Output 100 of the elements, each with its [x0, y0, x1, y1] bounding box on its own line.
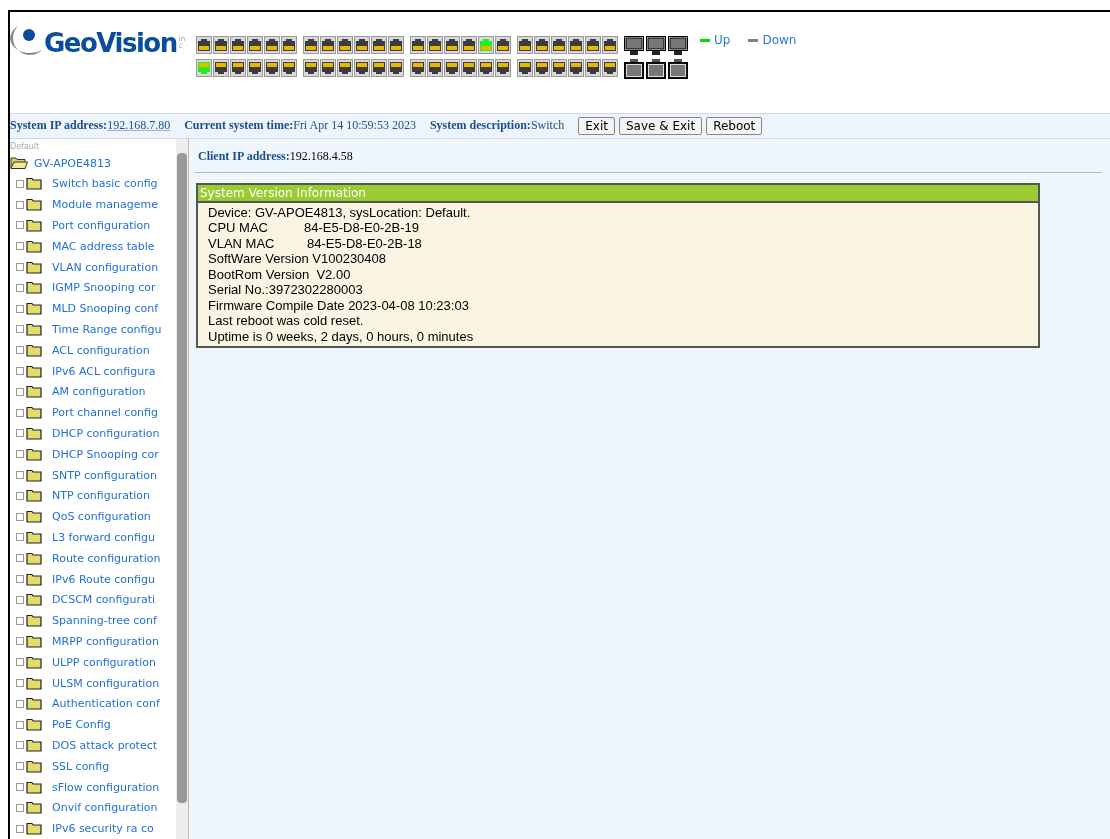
panel-title: System Version Information [198, 184, 1038, 203]
expander-icon[interactable] [16, 263, 24, 272]
expander-icon[interactable] [16, 720, 24, 729]
toolbar-button[interactable]: Reboot [706, 116, 763, 135]
expander-icon[interactable] [16, 304, 24, 313]
expander-icon[interactable] [16, 283, 24, 292]
legend-label: Up [714, 33, 731, 47]
tree-item[interactable]: Switch basic config [52, 177, 158, 191]
tree-item[interactable]: Onvif configuration [52, 801, 158, 815]
client-ip-value: 192.168.4.58 [289, 148, 353, 163]
tree-item[interactable]: DOS attack protect [52, 738, 158, 752]
expander-icon[interactable] [16, 783, 24, 791]
tree-item[interactable]: NTP configuration [52, 489, 151, 503]
tree-item[interactable]: PoE Config [52, 718, 111, 732]
tree-item[interactable]: DHCP configuration [52, 426, 160, 440]
tree-item[interactable]: IPv6 Route configu [52, 572, 155, 586]
tree-caption: Default [10, 140, 41, 153]
info-value: Fri Apr 14 10:59:53 2023 [293, 118, 416, 134]
expander-icon[interactable] [16, 803, 24, 812]
info-value: Switch [530, 118, 565, 134]
folder-icon [26, 177, 42, 191]
expander-icon[interactable] [16, 554, 24, 563]
expander-icon[interactable] [16, 616, 24, 625]
tree-item[interactable]: GV-APOE4813 [34, 156, 111, 170]
expander-icon[interactable] [16, 762, 24, 771]
tree-item[interactable]: Spanning-tree conf [52, 614, 157, 628]
expander-icon[interactable] [16, 575, 24, 584]
tree-item[interactable]: DHCP Snooping cor [52, 447, 159, 461]
logo-text: GeoVision [44, 28, 177, 58]
info-line: Uptime is 0 weeks, 2 days, 0 hours, 0 minutes [208, 328, 475, 345]
tree-item[interactable]: L3 forward configu [52, 530, 155, 544]
expander-icon[interactable] [16, 824, 24, 833]
tree-item[interactable]: Authentication conf [52, 697, 160, 711]
info-line: SoftWare Version V100230408 [208, 251, 388, 267]
expander-icon[interactable] [16, 367, 24, 376]
tree-item[interactable]: SSL config [52, 759, 110, 773]
info-label: Current system time: [184, 118, 294, 134]
tree-item[interactable]: SNTP configuration [52, 468, 158, 482]
expander-icon[interactable] [16, 242, 24, 251]
expander-icon[interactable] [16, 491, 24, 500]
tree-item[interactable]: MLD Snooping conf [52, 302, 159, 316]
expander-icon[interactable] [16, 699, 24, 708]
folder-icon [26, 260, 42, 274]
info-line: Firmware Compile Date 2023-04-08 10:23:03 [208, 297, 470, 314]
expander-icon[interactable] [16, 221, 24, 230]
network-port-icon [646, 36, 666, 56]
tree-item[interactable]: VLAN configuration [52, 260, 159, 274]
folder-icon [26, 718, 42, 732]
expander-icon[interactable] [16, 679, 24, 687]
folder-icon [26, 219, 42, 232]
expander-icon[interactable] [16, 471, 24, 480]
folder-icon [26, 593, 42, 607]
folder-icon [26, 281, 42, 295]
tree-item[interactable]: DCSCM configurati [52, 593, 156, 607]
tree-item[interactable]: MAC address table [52, 239, 155, 253]
folder-icon [26, 759, 42, 773]
tree-item[interactable]: sFlow configuration [52, 780, 160, 794]
tree-item[interactable]: Time Range configu [52, 322, 162, 336]
expander-icon[interactable] [16, 637, 24, 646]
folder-icon [26, 198, 42, 212]
network-port-icon [624, 59, 644, 79]
folder-icon [26, 385, 42, 399]
network-port-icon [668, 36, 688, 56]
tree-item[interactable]: Port channel config [52, 406, 158, 420]
toolbar-button[interactable]: Exit [578, 116, 615, 135]
expander-icon[interactable] [16, 658, 24, 667]
folder-icon [26, 614, 42, 628]
info-line: CPU MAC 84-E5-D8-E0-2B-19 [208, 220, 420, 236]
info-line: Last reboot was cold reset. [208, 313, 365, 329]
info-label: System IP address: [10, 118, 108, 134]
info-value: 192.168.7.80 [107, 118, 171, 134]
expander-icon[interactable] [16, 533, 24, 542]
expander-icon[interactable] [16, 179, 24, 188]
toolbar-button[interactable]: Save & Exit [618, 116, 703, 135]
tree-item[interactable]: ACL configuration [52, 343, 150, 357]
expander-icon[interactable] [16, 346, 24, 355]
folder-icon [26, 447, 42, 461]
folder-icon [26, 655, 42, 669]
expander-icon[interactable] [16, 387, 24, 396]
expander-icon[interactable] [16, 429, 24, 438]
tree-item[interactable]: IPv6 security ra co [52, 822, 154, 836]
tree-item[interactable]: IGMP Snooping cor [52, 281, 156, 295]
tree-item[interactable]: IPv6 ACL configura [52, 364, 156, 378]
expander-icon[interactable] [16, 325, 24, 334]
tree-item[interactable]: Port configuration [52, 219, 151, 232]
expander-icon[interactable] [16, 512, 24, 521]
tree-item[interactable]: ULSM configuration [52, 676, 160, 690]
expander-icon[interactable] [16, 450, 24, 459]
tree-item[interactable]: AM configuration [52, 385, 146, 399]
expander-icon[interactable] [16, 408, 24, 417]
tree-item[interactable]: MRPP configuration [52, 634, 159, 648]
expander-icon[interactable] [16, 741, 24, 750]
expander-icon[interactable] [16, 595, 24, 604]
folder-icon [26, 822, 42, 836]
tree-item[interactable]: QoS configuration [52, 510, 151, 524]
tree-item[interactable]: Module manageme [52, 198, 158, 212]
expander-icon[interactable] [16, 200, 24, 209]
folder-icon [26, 239, 42, 253]
tree-item[interactable]: ULPP configuration [52, 655, 156, 669]
tree-item[interactable]: Route configuration [52, 551, 161, 565]
